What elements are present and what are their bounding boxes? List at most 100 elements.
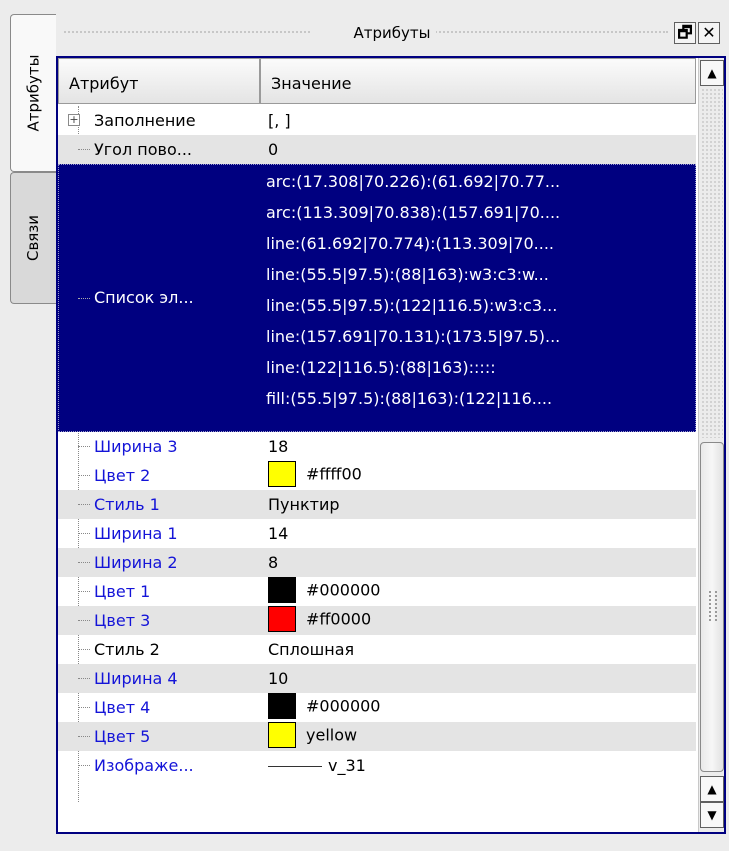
close-button[interactable]: ✕ <box>698 22 720 44</box>
table-row[interactable]: Цвет 5 yellow <box>58 722 696 751</box>
dock-title-bar[interactable]: Атрибуты 🗗 ✕ <box>58 14 726 52</box>
attribute-rows: + Заполнение [, ] Угол пово... 0 Список … <box>58 106 696 802</box>
table-row[interactable]: Стиль 1 Пунктир <box>58 490 696 519</box>
color-swatch <box>268 606 296 632</box>
attribute-name: Стиль 2 <box>94 640 160 659</box>
tree-branch <box>78 707 90 708</box>
table-row[interactable]: Ширина 3 18 <box>58 432 696 461</box>
tree-branch <box>78 475 90 476</box>
grip-icon <box>709 591 717 621</box>
attribute-value: 10 <box>268 669 289 688</box>
list-item: line:(122|116.5):(88|163)::::: <box>266 358 496 377</box>
side-tabs: Атрибуты Связи <box>10 14 56 834</box>
attribute-name: Цвет 2 <box>94 466 151 485</box>
table-row[interactable]: Угол пово... 0 <box>58 135 696 164</box>
attribute-value: [, ] <box>268 111 291 130</box>
attribute-value: 0 <box>268 140 279 159</box>
scroll-down-button[interactable]: ▼ <box>700 802 724 828</box>
tree-branch <box>78 678 90 679</box>
tree-branch <box>78 649 90 650</box>
attribute-value: 8 <box>268 553 279 572</box>
attribute-value: 18 <box>268 437 289 456</box>
tree-branch <box>78 298 90 299</box>
arrow-up-icon: ▲ <box>707 66 717 80</box>
attribute-value: #ffff00 <box>268 461 362 488</box>
attribute-name: Стиль 1 <box>94 495 160 514</box>
color-swatch <box>268 722 296 748</box>
tab-attributes-label: Атрибуты <box>24 54 43 132</box>
title-grip-right <box>428 31 668 35</box>
tree-branch <box>78 149 90 150</box>
attribute-value: Пунктир <box>268 495 340 514</box>
color-value: #ffff00 <box>306 464 362 484</box>
table-row-selected[interactable]: Список эл... arc:(17.308|70.226):(61.692… <box>58 164 696 432</box>
tree-branch <box>78 620 90 621</box>
list-item: line:(157.691|70.131):(173.5|97.5)... <box>266 327 561 346</box>
close-icon: ✕ <box>702 23 716 42</box>
column-header-value[interactable]: Значение <box>260 58 696 104</box>
color-value: #000000 <box>306 696 381 716</box>
attribute-value: v_31 <box>268 756 366 775</box>
attribute-name: Список эл... <box>94 288 194 307</box>
scroll-up-step-button[interactable]: ▲ <box>700 776 724 802</box>
table-row[interactable]: Цвет 4 #000000 <box>58 693 696 722</box>
table-row[interactable]: Цвет 3 #ff0000 <box>58 606 696 635</box>
attribute-name: Ширина 2 <box>94 553 178 572</box>
line-preview-icon <box>268 766 322 767</box>
attribute-name: Цвет 3 <box>94 611 151 630</box>
expand-plus-icon[interactable]: + <box>68 114 80 126</box>
element-list-value: arc:(17.308|70.226):(61.692|70.77... arc… <box>266 166 688 414</box>
list-item: line:(55.5|97.5):(122|116.5):w3:c3... <box>266 296 558 315</box>
color-swatch <box>268 693 296 719</box>
color-swatch <box>268 461 296 487</box>
list-item: line:(61.692|70.774):(113.309|70.... <box>266 234 554 253</box>
tree-branch <box>78 765 90 766</box>
tree-branch <box>78 562 90 563</box>
scroll-track[interactable] <box>701 88 723 438</box>
tab-links-label: Связи <box>24 214 43 262</box>
arrow-up-icon: ▲ <box>707 782 717 796</box>
attribute-name: Ширина 3 <box>94 437 178 456</box>
tree-branch <box>78 504 90 505</box>
attribute-value: Сплошная <box>268 640 355 659</box>
tree-branch <box>78 591 90 592</box>
tree-branch <box>78 533 90 534</box>
vertical-scrollbar[interactable]: ▲ ▲ ▼ <box>698 58 724 832</box>
tab-attributes[interactable]: Атрибуты <box>10 14 56 172</box>
attribute-value: yellow <box>268 722 357 749</box>
table-row[interactable]: Цвет 2 #ffff00 <box>58 461 696 490</box>
table-header: Атрибут Значение <box>58 58 696 104</box>
attribute-name: Изображе... <box>94 756 194 775</box>
attribute-name: Заполнение <box>94 111 196 130</box>
tab-links[interactable]: Связи <box>10 172 56 304</box>
list-item: fill:(55.5|97.5):(88|163):(122|116.... <box>266 389 553 408</box>
attribute-value: #000000 <box>268 577 381 604</box>
table-row[interactable]: Ширина 1 14 <box>58 519 696 548</box>
table-row[interactable]: + Заполнение [, ] <box>58 106 696 135</box>
attribute-name: Цвет 1 <box>94 582 151 601</box>
attribute-value: 14 <box>268 524 289 543</box>
attributes-panel: Атрибут Значение + Заполнение [, ] Угол … <box>56 56 726 834</box>
scroll-up-button[interactable]: ▲ <box>700 60 724 86</box>
float-button[interactable]: 🗗 <box>674 22 696 44</box>
table-row[interactable]: Цвет 1 #000000 <box>58 577 696 606</box>
attribute-name: Ширина 1 <box>94 524 178 543</box>
restore-icon: 🗗 <box>677 23 693 42</box>
table-row[interactable]: Стиль 2 Сплошная <box>58 635 696 664</box>
table-row[interactable]: Изображе... v_31 <box>58 751 696 780</box>
attribute-name: Цвет 4 <box>94 698 151 717</box>
attribute-value: #000000 <box>268 693 381 720</box>
scroll-thumb[interactable] <box>700 442 724 772</box>
list-item: arc:(113.309|70.838):(157.691|70.... <box>266 203 561 222</box>
attribute-value: #ff0000 <box>268 606 371 633</box>
table-row[interactable]: Ширина 4 10 <box>58 664 696 693</box>
column-header-attribute[interactable]: Атрибут <box>58 58 260 104</box>
title-grip-left <box>64 31 310 35</box>
list-item: arc:(17.308|70.226):(61.692|70.77... <box>266 172 561 191</box>
table-row[interactable]: Ширина 2 8 <box>58 548 696 577</box>
tree-branch <box>78 446 90 447</box>
attribute-name: Угол пово... <box>94 140 192 159</box>
tree-branch <box>78 736 90 737</box>
color-value: #000000 <box>306 580 381 600</box>
image-value: v_31 <box>328 756 366 775</box>
